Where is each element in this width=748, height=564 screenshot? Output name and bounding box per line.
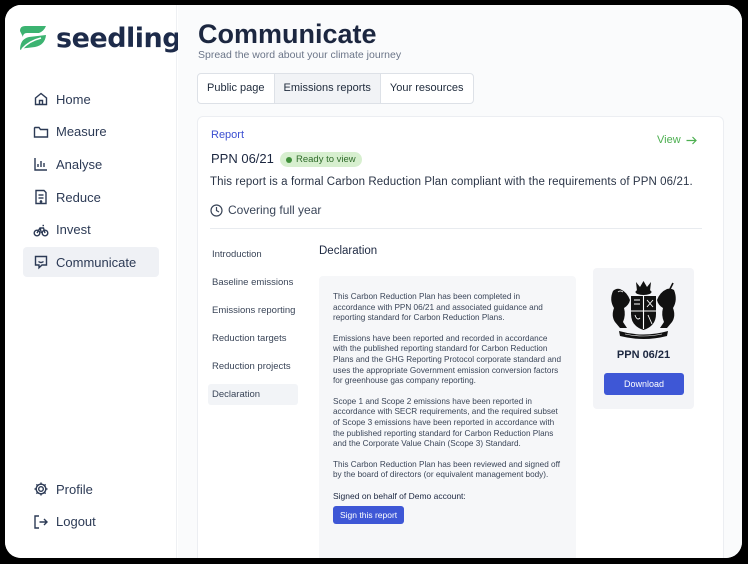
tab-public-page[interactable]: Public page	[198, 74, 275, 103]
arrow-right-icon	[686, 136, 697, 144]
toc-item-emissions-reporting[interactable]: Emissions reporting	[208, 300, 298, 321]
chart-icon	[34, 158, 47, 172]
royal-coat-of-arms-icon	[611, 281, 676, 339]
document-title: PPN 06/21	[616, 349, 671, 361]
sidebar-item-invest[interactable]: Invest	[23, 215, 159, 245]
tab-emissions-reports[interactable]: Emissions reports	[274, 74, 381, 103]
sidebar-item-label: Communicate	[56, 254, 137, 270]
toc-item-declaration[interactable]: Declaration	[208, 384, 298, 405]
toc-item-reduction-projects[interactable]: Reduction projects	[208, 356, 298, 377]
declaration-paragraph: Emissions have been reported and recorde…	[333, 333, 562, 386]
sidebar-item-reduce[interactable]: Reduce	[23, 182, 159, 212]
chat-icon	[34, 256, 48, 270]
main-content: Communicate Spread the word about your c…	[178, 5, 742, 558]
declaration-paragraph: Scope 1 and Scope 2 emissions have been …	[333, 396, 558, 449]
declaration-box: This Carbon Reduction Plan has been comp…	[319, 276, 576, 558]
logo[interactable]: seedling	[17, 21, 182, 55]
sidebar-item-label: Profile	[56, 481, 93, 497]
sidebar: seedling Home Measure Analyse Reduce Inv…	[5, 5, 182, 558]
sidebar-item-label: Measure	[56, 124, 107, 140]
status-dot-icon	[286, 156, 292, 163]
sidebar-item-measure[interactable]: Measure	[23, 117, 159, 147]
sidebar-item-label: Invest	[56, 222, 91, 238]
toc-item-introduction[interactable]: Introduction	[208, 244, 298, 265]
sidebar-item-label: Reduce	[56, 189, 101, 205]
report-period: Covering full year	[210, 203, 321, 217]
sidebar-item-analyse[interactable]: Analyse	[23, 149, 159, 179]
view-link-label: View	[657, 134, 681, 146]
sidebar-item-label: Analyse	[56, 156, 103, 172]
home-icon	[34, 92, 48, 106]
sidebar-item-logout[interactable]: Logout	[23, 507, 159, 537]
period-label: Covering full year	[228, 203, 322, 217]
download-button[interactable]: Download	[604, 373, 684, 395]
tab-bar: Public page Emissions reports Your resou…	[197, 73, 474, 104]
main-nav: Home Measure Analyse Reduce Invest Commu…	[23, 84, 159, 280]
sidebar-item-profile[interactable]: Profile	[23, 474, 159, 504]
sign-report-button[interactable]: Sign this report	[333, 505, 405, 524]
seedling-logo-icon	[20, 26, 46, 50]
logout-icon	[34, 514, 48, 529]
tab-your-resources[interactable]: Your resources	[381, 74, 473, 103]
document-preview-card: PPN 06/21 Download	[593, 268, 694, 409]
page-subtitle: Spread the word about your climate journ…	[198, 49, 402, 61]
divider	[210, 228, 702, 229]
sidebar-item-communicate[interactable]: Communicate	[23, 247, 159, 278]
app-window: seedling Home Measure Analyse Reduce Inv…	[5, 5, 742, 558]
bottom-nav: Profile Logout	[23, 474, 159, 539]
gear-icon	[34, 482, 48, 496]
report-title: PPN 06/21	[211, 151, 274, 166]
report-card: Report View PPN 06/21 Ready to view This…	[197, 116, 724, 558]
section-title: Declaration	[319, 245, 378, 257]
toc-item-baseline-emissions[interactable]: Baseline emissions	[208, 272, 298, 293]
declaration-paragraph: This Carbon Reduction Plan has been revi…	[333, 459, 560, 480]
folder-icon	[33, 126, 49, 138]
report-description: This report is a formal Carbon Reduction…	[210, 176, 693, 188]
sidebar-item-home[interactable]: Home	[23, 84, 159, 114]
signed-label: Signed on behalf of Demo account:	[333, 490, 466, 501]
sidebar-item-label: Logout	[56, 514, 96, 530]
clock-icon	[210, 203, 223, 217]
bicycle-icon	[33, 224, 49, 237]
app-name: seedling	[56, 22, 182, 54]
status-label: Ready to view	[296, 154, 356, 165]
page-title: Communicate	[198, 19, 377, 49]
report-label: Report	[211, 129, 245, 141]
toc-item-reduction-targets[interactable]: Reduction targets	[208, 328, 298, 349]
declaration-paragraph: This Carbon Reduction Plan has been comp…	[333, 292, 543, 323]
document-icon	[35, 189, 47, 205]
sidebar-item-label: Home	[56, 91, 91, 107]
status-badge: Ready to view	[280, 152, 362, 167]
view-link[interactable]: View	[657, 134, 697, 146]
report-section-nav: Introduction Baseline emissions Emission…	[208, 244, 298, 412]
